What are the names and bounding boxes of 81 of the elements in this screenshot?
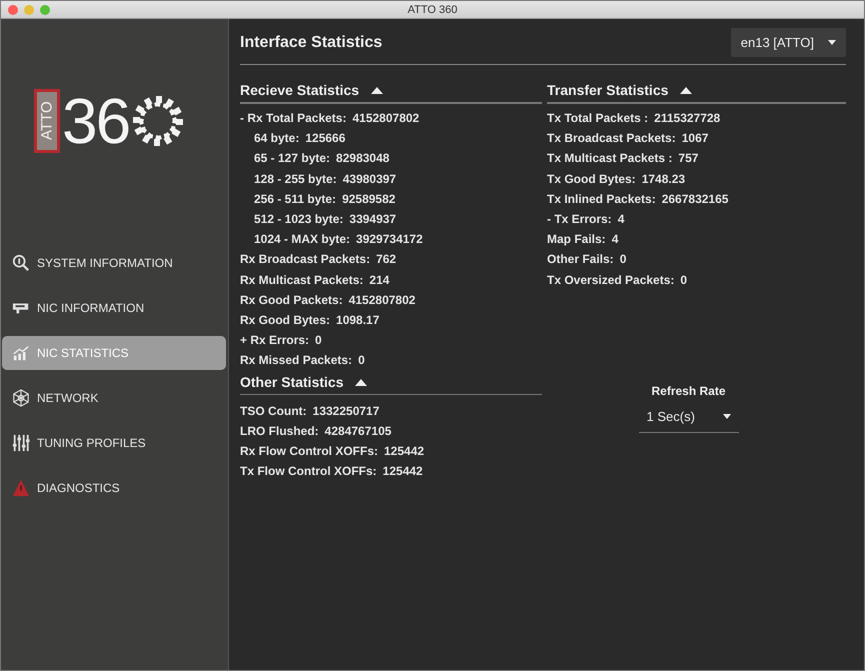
- gear-logo-icon: [131, 94, 186, 148]
- stat-label: Rx Broadcast Packets:: [240, 252, 370, 266]
- section-title: Transfer Statistics: [547, 82, 668, 98]
- sidebar-item[interactable]: NETWORK: [2, 381, 226, 415]
- stat-label: 512 - 1023 byte:: [254, 212, 344, 226]
- sidebar-item[interactable]: DIAGNOSTICS: [2, 471, 226, 505]
- stat-value: 1332250717: [312, 404, 380, 418]
- window-title: ATTO 360: [408, 4, 458, 16]
- sidebar-item[interactable]: NIC INFORMATION: [2, 291, 226, 325]
- page-title: Interface Statistics: [240, 34, 382, 52]
- section-title: Other Statistics: [240, 374, 344, 390]
- interface-dropdown[interactable]: en13 [ATTO]: [730, 28, 846, 57]
- stat-label: Rx Multicast Packets:: [240, 272, 364, 287]
- stat-label: Tx Broadcast Packets:: [547, 131, 676, 146]
- sliders-icon: [12, 434, 30, 452]
- stat-value: 762: [376, 252, 396, 266]
- stat-value: 125442: [384, 444, 424, 458]
- collapse-arrow-icon[interactable]: [680, 86, 692, 94]
- stat-value: 92589582: [342, 192, 396, 206]
- stat-label: Rx Good Bytes:: [240, 312, 330, 327]
- stat-label: Tx Multicast Packets :: [547, 151, 672, 166]
- stat-value: 1067: [682, 131, 708, 146]
- logo-number: 36: [62, 89, 130, 153]
- stat-value: 0: [680, 272, 688, 287]
- stat-label: LRO Flushed:: [240, 424, 319, 438]
- stat-value: 2115327728: [654, 111, 720, 126]
- stat-value: 4: [612, 232, 618, 246]
- stat-value: 4152807802: [352, 111, 420, 126]
- stat-label: Map Fails:: [547, 232, 606, 246]
- stat-value: 757: [678, 151, 698, 166]
- stat-label: Tx Flow Control XOFFs:: [240, 464, 377, 478]
- stat-value: 214: [369, 272, 390, 287]
- stat-value: 125442: [382, 464, 423, 478]
- stat-value: 1098.17: [336, 312, 380, 327]
- refresh-rate-label: Refresh Rate: [651, 384, 726, 398]
- section-header[interactable]: Other Statistics: [240, 370, 542, 396]
- sidebar-item[interactable]: SYSTEM INFORMATION: [2, 246, 226, 280]
- stat-label: - Rx Total Packets:: [240, 111, 346, 126]
- stat-label: Tx Total Packets :: [547, 111, 648, 126]
- warning-icon: [12, 479, 30, 497]
- stat-value: 4284767105: [324, 424, 392, 438]
- stat-value: 0: [620, 252, 626, 266]
- stat-value: 0: [315, 333, 322, 348]
- stat-value: 3929734172: [356, 232, 423, 246]
- stat-label: Rx Flow Control XOFFs:: [240, 444, 378, 458]
- section-title: Recieve Statistics: [240, 82, 360, 98]
- stat-label: 128 - 255 byte:: [254, 172, 337, 186]
- caret-icon: [722, 414, 730, 419]
- chart-icon: [12, 344, 30, 362]
- collapse-arrow-icon[interactable]: [371, 86, 384, 94]
- logo-badge: ATTO: [34, 89, 60, 153]
- stat-value: 3394937: [349, 212, 396, 226]
- stat-label: 1024 - MAX byte:: [254, 232, 350, 246]
- stat-label: Tx Inlined Packets:: [547, 192, 656, 206]
- stat-label: TSO Count:: [240, 404, 307, 418]
- refresh-rate-dropdown[interactable]: 1 Sec(s): [638, 406, 738, 433]
- stat-label: Rx Good Packets:: [240, 292, 343, 307]
- stat-label: 65 - 127 byte:: [254, 151, 330, 166]
- stat-label: - Tx Errors:: [547, 212, 612, 226]
- stat-value: 125666: [305, 131, 346, 146]
- stat-value: 0: [358, 353, 365, 368]
- stat-label: Tx Oversized Packets:: [547, 272, 674, 287]
- network-icon: [12, 389, 30, 407]
- stat-value: 2667832165: [662, 192, 728, 206]
- caret-icon: [828, 40, 836, 45]
- stat-value: 4152807802: [348, 292, 416, 307]
- stat-value: 82983048: [336, 151, 390, 166]
- sidebar-item[interactable]: TUNING PROFILES: [2, 426, 226, 460]
- stat-label: 256 - 511 byte:: [254, 192, 336, 206]
- stat-label: Rx Missed Packets:: [240, 353, 352, 368]
- search-icon: [12, 254, 30, 272]
- section-header[interactable]: Transfer Statistics: [547, 78, 846, 104]
- stat-label: + Rx Errors:: [240, 333, 310, 348]
- stat-label: Tx Good Bytes:: [547, 172, 636, 186]
- stat-label: 64 byte:: [254, 131, 300, 146]
- collapse-arrow-icon[interactable]: [355, 378, 368, 386]
- stat-value: 1748.23: [642, 172, 686, 186]
- stat-value: 4: [618, 212, 624, 226]
- stat-value: 43980397: [342, 172, 396, 186]
- stat-label: Other Fails:: [547, 252, 614, 266]
- section-header[interactable]: Recieve Statistics: [240, 78, 542, 104]
